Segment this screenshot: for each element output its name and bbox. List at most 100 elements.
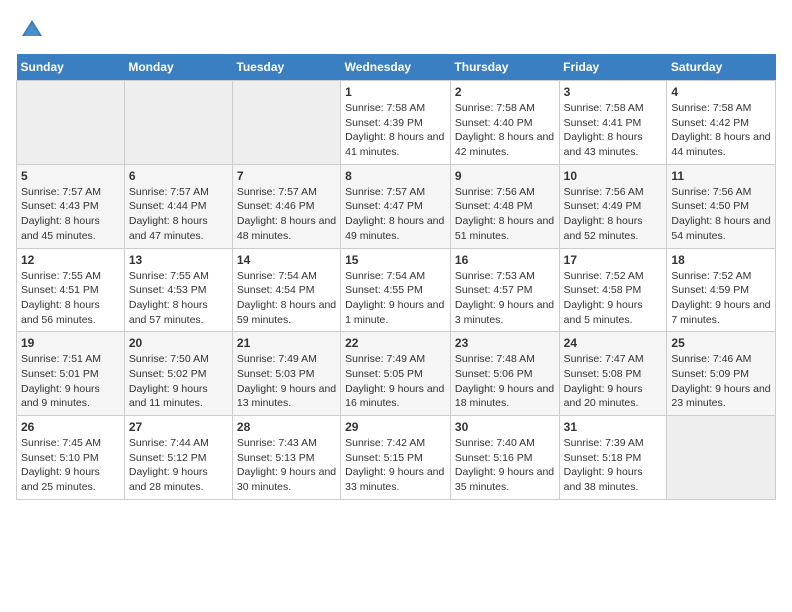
day-number: 24: [564, 336, 663, 350]
day-info: Sunrise: 7:49 AMSunset: 5:03 PMDaylight:…: [237, 352, 336, 411]
day-number: 29: [345, 420, 446, 434]
day-info: Sunrise: 7:58 AMSunset: 4:39 PMDaylight:…: [345, 101, 446, 160]
day-number: 25: [671, 336, 771, 350]
day-number: 18: [671, 253, 771, 267]
day-info: Sunrise: 7:57 AMSunset: 4:47 PMDaylight:…: [345, 185, 446, 244]
day-number: 20: [129, 336, 228, 350]
day-info: Sunrise: 7:55 AMSunset: 4:53 PMDaylight:…: [129, 269, 228, 328]
calendar-cell: 4Sunrise: 7:58 AMSunset: 4:42 PMDaylight…: [667, 81, 776, 165]
calendar-cell: 10 Sunrise: 7:56 AMSunset: 4:49 PMDayligh…: [559, 164, 667, 248]
day-number: 10: [564, 169, 663, 183]
day-number: 16: [455, 253, 555, 267]
calendar-cell: 21Sunrise: 7:49 AMSunset: 5:03 PMDayligh…: [232, 332, 340, 416]
weekday-header-row: SundayMondayTuesdayWednesdayThursdayFrid…: [17, 54, 776, 81]
calendar-table: SundayMondayTuesdayWednesdayThursdayFrid…: [16, 54, 776, 500]
day-number: 7: [237, 169, 336, 183]
day-number: 9: [455, 169, 555, 183]
calendar-cell: [17, 81, 125, 165]
calendar-cell: 11 Sunrise: 7:56 AMSunset: 4:50 PMDayligh…: [667, 164, 776, 248]
day-number: 19: [21, 336, 120, 350]
day-info: Sunrise: 7:52 AMSunset: 4:58 PMDaylight:…: [564, 269, 663, 328]
day-number: 14: [237, 253, 336, 267]
weekday-header-monday: Monday: [124, 54, 232, 81]
weekday-header-wednesday: Wednesday: [341, 54, 451, 81]
day-info: Sunrise: 7:54 AMSunset: 4:55 PMDaylight:…: [345, 269, 446, 328]
page-header: [16, 16, 776, 44]
weekday-header-saturday: Saturday: [667, 54, 776, 81]
day-number: 28: [237, 420, 336, 434]
day-info: Sunrise: 7:42 AMSunset: 5:15 PMDaylight:…: [345, 436, 446, 495]
weekday-header-tuesday: Tuesday: [232, 54, 340, 81]
calendar-cell: 24 Sunrise: 7:47 AMSunset: 5:08 PMDayligh…: [559, 332, 667, 416]
week-row-3: 19 Sunrise: 7:51 AMSunset: 5:01 PMDayligh…: [17, 332, 776, 416]
weekday-header-thursday: Thursday: [450, 54, 559, 81]
day-number: 4: [671, 85, 771, 99]
calendar-cell: 22Sunrise: 7:49 AMSunset: 5:05 PMDayligh…: [341, 332, 451, 416]
day-number: 5: [21, 169, 120, 183]
day-info: Sunrise: 7:40 AMSunset: 5:16 PMDaylight:…: [455, 436, 555, 495]
calendar-cell: 6 Sunrise: 7:57 AMSunset: 4:44 PMDaylight…: [124, 164, 232, 248]
logo: [16, 16, 46, 44]
day-number: 3: [564, 85, 663, 99]
calendar-cell: 29 Sunrise: 7:42 AMSunset: 5:15 PMDayligh…: [341, 416, 451, 500]
day-info: Sunrise: 7:57 AMSunset: 4:46 PMDaylight:…: [237, 185, 336, 244]
calendar-cell: 20 Sunrise: 7:50 AMSunset: 5:02 PMDayligh…: [124, 332, 232, 416]
day-info: Sunrise: 7:56 AMSunset: 4:49 PMDaylight:…: [564, 185, 663, 244]
calendar-cell: 14 Sunrise: 7:54 AMSunset: 4:54 PMDayligh…: [232, 248, 340, 332]
day-number: 17: [564, 253, 663, 267]
week-row-0: 1Sunrise: 7:58 AMSunset: 4:39 PMDaylight…: [17, 81, 776, 165]
day-info: Sunrise: 7:50 AMSunset: 5:02 PMDaylight:…: [129, 352, 228, 411]
day-number: 23: [455, 336, 555, 350]
day-info: Sunrise: 7:58 AMSunset: 4:40 PMDaylight:…: [455, 101, 555, 160]
day-info: Sunrise: 7:57 AMSunset: 4:44 PMDaylight:…: [129, 185, 228, 244]
calendar-cell: 17 Sunrise: 7:52 AMSunset: 4:58 PMDayligh…: [559, 248, 667, 332]
calendar-cell: 23Sunrise: 7:48 AMSunset: 5:06 PMDayligh…: [450, 332, 559, 416]
day-info: Sunrise: 7:45 AMSunset: 5:10 PMDaylight:…: [21, 436, 120, 495]
calendar-cell: 12 Sunrise: 7:55 AMSunset: 4:51 PMDayligh…: [17, 248, 125, 332]
calendar-cell: 30 Sunrise: 7:40 AMSunset: 5:16 PMDayligh…: [450, 416, 559, 500]
day-info: Sunrise: 7:56 AMSunset: 4:50 PMDaylight:…: [671, 185, 771, 244]
calendar-cell: [667, 416, 776, 500]
day-info: Sunrise: 7:51 AMSunset: 5:01 PMDaylight:…: [21, 352, 120, 411]
day-info: Sunrise: 7:46 AMSunset: 5:09 PMDaylight:…: [671, 352, 771, 411]
week-row-4: 26 Sunrise: 7:45 AMSunset: 5:10 PMDayligh…: [17, 416, 776, 500]
day-info: Sunrise: 7:43 AMSunset: 5:13 PMDaylight:…: [237, 436, 336, 495]
day-info: Sunrise: 7:54 AMSunset: 4:54 PMDaylight:…: [237, 269, 336, 328]
day-number: 12: [21, 253, 120, 267]
week-row-1: 5 Sunrise: 7:57 AMSunset: 4:43 PMDaylight…: [17, 164, 776, 248]
calendar-cell: 27 Sunrise: 7:44 AMSunset: 5:12 PMDayligh…: [124, 416, 232, 500]
calendar-cell: 2 Sunrise: 7:58 AMSunset: 4:40 PMDaylight…: [450, 81, 559, 165]
calendar-cell: 9Sunrise: 7:56 AMSunset: 4:48 PMDaylight…: [450, 164, 559, 248]
calendar-cell: 28 Sunrise: 7:43 AMSunset: 5:13 PMDayligh…: [232, 416, 340, 500]
day-number: 13: [129, 253, 228, 267]
day-number: 2: [455, 85, 555, 99]
day-number: 26: [21, 420, 120, 434]
calendar-cell: 1Sunrise: 7:58 AMSunset: 4:39 PMDaylight…: [341, 81, 451, 165]
day-number: 6: [129, 169, 228, 183]
calendar-cell: 8 Sunrise: 7:57 AMSunset: 4:47 PMDaylight…: [341, 164, 451, 248]
day-number: 8: [345, 169, 446, 183]
calendar-cell: 5 Sunrise: 7:57 AMSunset: 4:43 PMDaylight…: [17, 164, 125, 248]
calendar-cell: [124, 81, 232, 165]
calendar-cell: 16 Sunrise: 7:53 AMSunset: 4:57 PMDayligh…: [450, 248, 559, 332]
day-info: Sunrise: 7:44 AMSunset: 5:12 PMDaylight:…: [129, 436, 228, 495]
calendar-cell: 13 Sunrise: 7:55 AMSunset: 4:53 PMDayligh…: [124, 248, 232, 332]
calendar-cell: [232, 81, 340, 165]
week-row-2: 12 Sunrise: 7:55 AMSunset: 4:51 PMDayligh…: [17, 248, 776, 332]
calendar-cell: 19 Sunrise: 7:51 AMSunset: 5:01 PMDayligh…: [17, 332, 125, 416]
calendar-cell: 18Sunrise: 7:52 AMSunset: 4:59 PMDayligh…: [667, 248, 776, 332]
day-info: Sunrise: 7:57 AMSunset: 4:43 PMDaylight:…: [21, 185, 120, 244]
weekday-header-sunday: Sunday: [17, 54, 125, 81]
calendar-cell: 25 Sunrise: 7:46 AMSunset: 5:09 PMDayligh…: [667, 332, 776, 416]
day-number: 27: [129, 420, 228, 434]
day-info: Sunrise: 7:58 AMSunset: 4:41 PMDaylight:…: [564, 101, 663, 160]
day-number: 22: [345, 336, 446, 350]
day-info: Sunrise: 7:55 AMSunset: 4:51 PMDaylight:…: [21, 269, 120, 328]
day-info: Sunrise: 7:53 AMSunset: 4:57 PMDaylight:…: [455, 269, 555, 328]
day-number: 31: [564, 420, 663, 434]
logo-icon: [18, 16, 46, 44]
day-number: 11: [671, 169, 771, 183]
day-number: 30: [455, 420, 555, 434]
calendar-cell: 26 Sunrise: 7:45 AMSunset: 5:10 PMDayligh…: [17, 416, 125, 500]
day-info: Sunrise: 7:47 AMSunset: 5:08 PMDaylight:…: [564, 352, 663, 411]
